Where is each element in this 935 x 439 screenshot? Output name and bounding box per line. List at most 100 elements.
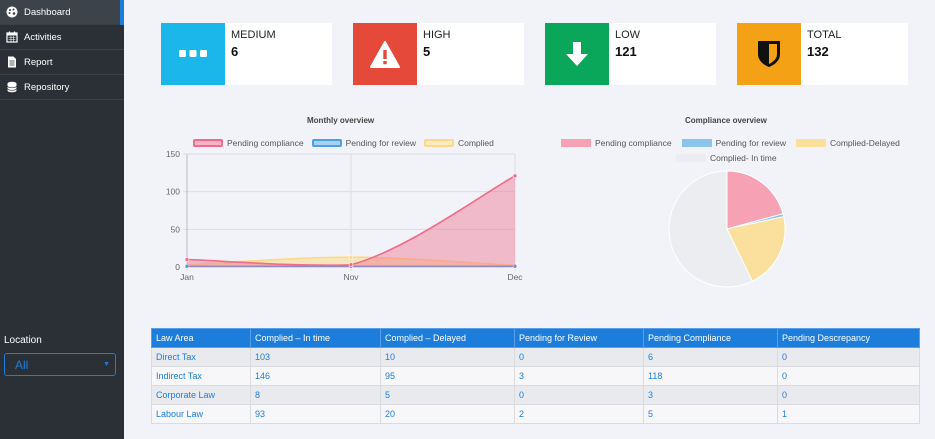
medium-card[interactable]: MEDIUM 6	[161, 23, 332, 85]
legend-item-pending-compliance[interactable]: Pending compliance	[561, 138, 672, 148]
table-cell[interactable]: 5	[643, 404, 778, 424]
header-pending-review[interactable]: Pending for Review	[514, 328, 644, 348]
y-tick-label: 100	[166, 187, 180, 197]
sidebar-item-report[interactable]: Report	[0, 50, 124, 75]
legend-label: Pending for review	[715, 138, 786, 148]
table-cell[interactable]: Corporate Law	[151, 385, 251, 405]
compliance-legend-row1: Pending compliance Pending for review Co…	[561, 138, 900, 148]
legend-label: Pending compliance	[595, 138, 672, 148]
location-value: All	[15, 357, 29, 372]
document-icon	[6, 56, 18, 68]
header-law-area[interactable]: Law Area	[151, 328, 251, 348]
table-cell[interactable]: 10	[380, 347, 515, 367]
table-header-row: Law Area Complied – In time Complied – D…	[151, 328, 920, 348]
arrow-down-icon	[545, 23, 609, 85]
table-cell[interactable]: 2	[514, 404, 644, 424]
monthly-chart-title: Monthly overview	[307, 116, 375, 125]
legend-label: Complied-Delayed	[829, 138, 900, 148]
legend-item-pending-review[interactable]: Pending for review	[311, 138, 416, 148]
sidebar-item-repository[interactable]: Repository	[0, 75, 124, 100]
high-card[interactable]: HIGH 5	[353, 23, 524, 85]
calendar-icon	[6, 31, 18, 43]
table-cell[interactable]: Labour Law	[151, 404, 251, 424]
card-label: TOTAL	[807, 29, 842, 41]
low-card[interactable]: LOW 121	[545, 23, 716, 85]
x-tick-label: Jan	[180, 272, 194, 282]
legend-item-pending-review[interactable]: Pending for review	[681, 138, 786, 148]
table-cell[interactable]: 3	[514, 366, 644, 386]
compliance-legend-row2: Complied- In time	[676, 153, 777, 163]
x-tick-label: Nov	[343, 272, 359, 282]
table-cell[interactable]: 5	[380, 385, 515, 405]
warning-icon	[353, 23, 417, 85]
data-point	[184, 257, 190, 262]
location-label: Location	[4, 335, 42, 346]
legend-item-complied-delayed[interactable]: Complied-Delayed	[795, 138, 900, 148]
table-cell[interactable]: 8	[250, 385, 381, 405]
card-label: HIGH	[423, 29, 451, 41]
table-row[interactable]: Labour Law 93 20 2 5 1	[151, 404, 920, 424]
header-complied-delayed[interactable]: Complied – Delayed	[380, 328, 515, 348]
card-value: 121	[615, 44, 637, 59]
table-cell[interactable]: Direct Tax	[151, 347, 251, 367]
legend-swatch	[561, 139, 591, 147]
compliance-overview-chart	[668, 170, 786, 288]
table-cell[interactable]: 0	[777, 347, 920, 367]
table-cell[interactable]: 0	[777, 385, 920, 405]
compliance-chart-title: Compliance overview	[685, 116, 767, 125]
table-row[interactable]: Corporate Law 8 5 0 3 0	[151, 385, 920, 405]
table-cell[interactable]: 3	[643, 385, 778, 405]
sidebar-item-label: Repository	[24, 81, 70, 93]
table-cell[interactable]: 20	[380, 404, 515, 424]
law-area-table: Law Area Complied – In time Complied – D…	[151, 328, 920, 424]
header-complied-in-time[interactable]: Complied – In time	[250, 328, 381, 348]
card-value: 6	[231, 44, 239, 59]
legend-label: Pending compliance	[227, 138, 304, 148]
table-cell[interactable]: 0	[514, 385, 644, 405]
monthly-overview-chart: 0 50 100 150 Jan Nov Dec	[166, 149, 523, 282]
table-row[interactable]: Direct Tax 103 10 0 6 0	[151, 347, 920, 367]
table-cell[interactable]: 146	[250, 366, 381, 386]
legend-swatch	[795, 139, 826, 147]
header-pending-discrepancy[interactable]: Pending Descrepancy	[777, 328, 920, 348]
data-point	[348, 254, 354, 260]
card-value: 5	[423, 44, 431, 59]
caret-down-icon: ▼	[103, 361, 110, 368]
y-tick-label: 0	[175, 262, 180, 272]
data-point	[348, 262, 354, 268]
table-cell[interactable]: 95	[380, 366, 515, 386]
table-row[interactable]: Indirect Tax 146 95 3 118 0	[151, 366, 920, 386]
y-tick-label: 150	[166, 149, 180, 159]
table-cell[interactable]: 0	[514, 347, 644, 367]
table-cell[interactable]: 103	[250, 347, 381, 367]
legend-item-pending-compliance[interactable]: Pending compliance	[193, 138, 304, 148]
palette-icon	[6, 6, 18, 18]
table-cell[interactable]: Indirect Tax	[151, 366, 251, 386]
database-icon	[6, 81, 18, 93]
legend-label: Pending for review	[345, 138, 416, 148]
card-value: 132	[807, 44, 829, 59]
legend-label: Complied	[457, 138, 494, 148]
data-point	[512, 173, 518, 179]
legend-item-complied[interactable]: Complied	[423, 138, 494, 148]
sidebar-item-label: Dashboard	[24, 6, 71, 18]
y-tick-label: 50	[171, 224, 181, 234]
sidebar-item-activities[interactable]: Activities	[0, 25, 124, 50]
table-cell[interactable]: 1	[777, 404, 920, 424]
legend-item-complied-in-time[interactable]: Complied- In time	[676, 153, 777, 163]
table-cell[interactable]: 0	[777, 366, 920, 386]
legend-label: Complied- In time	[710, 153, 777, 163]
sidebar-item-label: Activities	[24, 31, 62, 43]
header-pending-compliance[interactable]: Pending Compliance	[643, 328, 778, 348]
legend-swatch	[311, 139, 342, 147]
monthly-legend: Pending compliance Pending for review Co…	[193, 138, 494, 148]
shield-icon	[737, 23, 801, 85]
total-card[interactable]: TOTAL 132	[737, 23, 908, 85]
location-select[interactable]: All ▼	[4, 353, 116, 376]
ellipsis-icon	[161, 23, 225, 85]
table-cell[interactable]: 118	[643, 366, 778, 386]
table-cell[interactable]: 6	[643, 347, 778, 367]
table-cell[interactable]: 93	[250, 404, 381, 424]
sidebar-item-dashboard[interactable]: Dashboard	[0, 0, 124, 25]
legend-swatch	[423, 139, 454, 147]
